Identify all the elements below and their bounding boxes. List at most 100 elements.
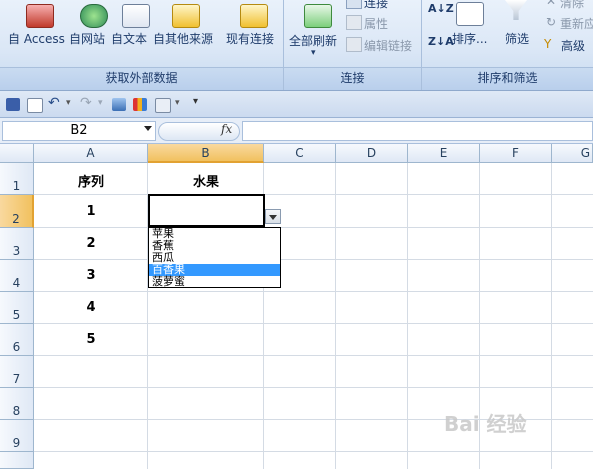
connections-icon bbox=[346, 0, 362, 9]
edit-links-icon bbox=[346, 37, 362, 52]
row-header-7[interactable]: 7 bbox=[0, 356, 34, 388]
advanced-button[interactable]: 高级 bbox=[561, 37, 585, 54]
redo-icon[interactable]: ↷ bbox=[80, 95, 92, 111]
group-label-external: 获取外部数据 bbox=[0, 67, 283, 90]
gridline bbox=[335, 163, 336, 469]
from-web-button[interactable]: 自网站 bbox=[69, 30, 105, 47]
row-header-4[interactable]: 4 bbox=[0, 260, 34, 292]
form-dropdown-icon[interactable]: ▾ bbox=[175, 98, 180, 108]
edit-links-button[interactable]: 编辑链接 bbox=[364, 37, 412, 54]
gridline bbox=[34, 323, 593, 324]
row-number: 6 bbox=[12, 340, 21, 354]
cell-A6[interactable]: 5 bbox=[34, 332, 148, 347]
refresh-all-button[interactable]: 全部刷新 bbox=[289, 32, 337, 49]
column-header-E[interactable]: E bbox=[408, 144, 480, 163]
properties-icon bbox=[346, 15, 362, 30]
customize-toolbar-icon[interactable]: ▾ bbox=[193, 96, 198, 107]
gridline bbox=[34, 227, 593, 228]
row-header-6[interactable]: 6 bbox=[0, 324, 34, 356]
print-preview-icon[interactable] bbox=[112, 98, 126, 111]
select-all-corner[interactable] bbox=[0, 144, 34, 163]
validation-dropdown-list: 苹果 香蕉 西瓜 百香果 菠萝蜜 bbox=[148, 227, 281, 288]
refresh-all-icon bbox=[304, 4, 332, 28]
ribbon: 自 Access 自网站 自文本 自其他来源 现有连接 获取外部数据 全部刷新 … bbox=[0, 0, 593, 91]
connections-button[interactable]: 连接 bbox=[364, 0, 388, 11]
gridline bbox=[407, 163, 408, 469]
row-header-8[interactable]: 8 bbox=[0, 388, 34, 420]
clear-button[interactable]: 清除 bbox=[560, 0, 584, 11]
text-file-icon bbox=[122, 4, 150, 28]
formula-input[interactable] bbox=[242, 121, 593, 141]
group-label-sort-filter: 排序和筛选 bbox=[422, 67, 593, 90]
row-number: 2 bbox=[12, 212, 20, 226]
gridline bbox=[34, 291, 593, 292]
name-box-dropdown-icon[interactable] bbox=[144, 126, 152, 131]
sort-z-to-a-icon[interactable]: Z↓A bbox=[428, 35, 454, 48]
cell-A5[interactable]: 4 bbox=[34, 300, 148, 315]
row-number: 9 bbox=[12, 436, 21, 450]
row-number: 5 bbox=[12, 308, 21, 322]
cell-A2[interactable]: 1 bbox=[34, 204, 148, 219]
gridline bbox=[551, 163, 552, 469]
undo-icon[interactable]: ↶ bbox=[48, 95, 60, 111]
web-icon bbox=[80, 4, 108, 28]
dropdown-option[interactable]: 菠萝蜜 bbox=[149, 276, 280, 288]
sort-dialog-icon bbox=[456, 2, 484, 26]
filter-funnel-icon bbox=[505, 0, 527, 20]
sort-a-to-z-icon[interactable]: A↓Z bbox=[428, 2, 454, 15]
from-access-button[interactable]: 自 Access bbox=[8, 30, 65, 47]
gridline bbox=[34, 355, 593, 356]
chart-icon[interactable] bbox=[133, 98, 147, 111]
existing-connections-icon bbox=[240, 4, 268, 28]
form-icon[interactable] bbox=[155, 98, 171, 113]
save-icon[interactable] bbox=[6, 98, 20, 111]
from-other-sources-button[interactable]: 自其他来源 bbox=[153, 30, 213, 47]
from-text-button[interactable]: 自文本 bbox=[111, 30, 147, 47]
column-header-A[interactable]: A bbox=[34, 144, 148, 163]
reapply-button[interactable]: 重新应用 bbox=[560, 15, 593, 32]
refresh-dropdown-arrow[interactable]: ▾ bbox=[311, 48, 316, 58]
column-header-C[interactable]: C bbox=[264, 144, 336, 163]
new-document-icon[interactable] bbox=[27, 98, 43, 113]
row-header-9[interactable]: 9 bbox=[0, 420, 34, 452]
reapply-icon: ↻ bbox=[546, 15, 557, 29]
row-number: 4 bbox=[12, 276, 21, 290]
cell-A4[interactable]: 3 bbox=[34, 268, 148, 283]
validation-dropdown-button[interactable] bbox=[265, 209, 281, 224]
cell-B1[interactable]: 水果 bbox=[148, 171, 264, 190]
properties-button[interactable]: 属性 bbox=[364, 15, 388, 32]
row-header-5[interactable]: 5 bbox=[0, 292, 34, 324]
cell-A3[interactable]: 2 bbox=[34, 236, 148, 251]
advanced-icon: Y bbox=[544, 37, 552, 51]
access-icon bbox=[26, 4, 54, 28]
gridline bbox=[34, 451, 593, 452]
cell-A1[interactable]: 序列 bbox=[34, 171, 148, 190]
column-header-F[interactable]: F bbox=[480, 144, 552, 163]
watermark: Bai 经验 bbox=[444, 412, 527, 436]
group-get-external-data: 自 Access 自网站 自文本 自其他来源 现有连接 获取外部数据 bbox=[0, 0, 284, 90]
quick-access-toolbar: ↶ ▾ ↷ ▾ ▾ ▾ bbox=[0, 91, 593, 118]
gridline bbox=[34, 259, 593, 260]
clear-icon: ✕ bbox=[546, 0, 557, 8]
redo-dropdown-icon[interactable]: ▾ bbox=[98, 98, 103, 108]
row-header-10[interactable] bbox=[0, 452, 34, 469]
column-header-D[interactable]: D bbox=[336, 144, 408, 163]
other-sources-icon bbox=[172, 4, 200, 28]
sort-button[interactable]: 排序... bbox=[452, 30, 487, 47]
row-number: 3 bbox=[12, 244, 21, 258]
name-box[interactable]: B2 bbox=[2, 121, 156, 141]
undo-dropdown-icon[interactable]: ▾ bbox=[66, 98, 71, 108]
filter-button[interactable]: 筛选 bbox=[505, 30, 529, 47]
column-header-G[interactable]: G bbox=[552, 144, 593, 163]
existing-connections-button[interactable]: 现有连接 bbox=[226, 30, 274, 47]
active-cell-B2[interactable] bbox=[148, 194, 265, 227]
row-header-2[interactable]: 2 bbox=[0, 195, 34, 228]
column-header-B[interactable]: B bbox=[148, 144, 264, 163]
insert-function-icon[interactable]: fx bbox=[221, 122, 232, 136]
row-header-3[interactable]: 3 bbox=[0, 228, 34, 260]
row-header-1[interactable]: 1 bbox=[0, 163, 34, 195]
gridline bbox=[34, 194, 593, 195]
group-sort-filter: A↓Z Z↓A 排序... 筛选 ✕ 清除 ↻ 重新应用 Y 高级 排序和筛选 bbox=[422, 0, 593, 90]
group-label-connections: 连接 bbox=[284, 67, 421, 90]
formula-bar: B2 fx bbox=[0, 118, 593, 144]
